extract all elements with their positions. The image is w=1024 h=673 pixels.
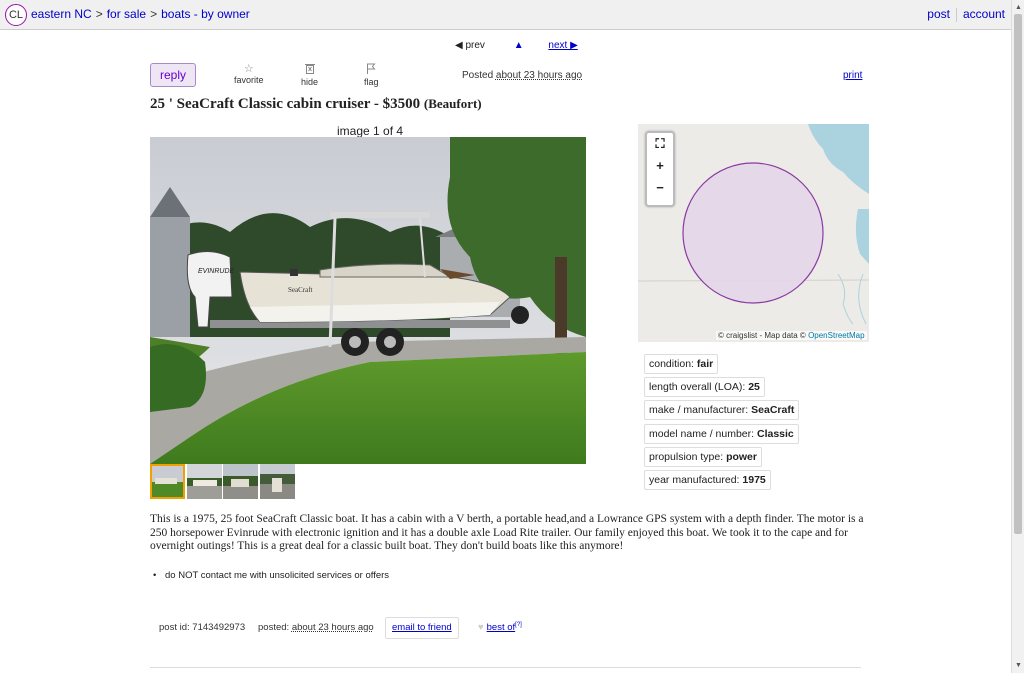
thumbnail-4[interactable] xyxy=(260,464,295,499)
posting-location: (Beaufort) xyxy=(423,96,482,111)
vertical-scrollbar[interactable]: ▲ ▼ xyxy=(1011,0,1024,673)
heart-icon: ♥ xyxy=(478,622,484,634)
hide-button[interactable]: hide xyxy=(301,63,318,87)
breadcrumb-region[interactable]: eastern NC xyxy=(31,7,92,21)
notice-item: do NOT contact me with unsolicited servi… xyxy=(153,570,389,581)
reply-button[interactable]: reply xyxy=(150,63,196,87)
trash-icon xyxy=(301,63,318,77)
fullscreen-icon[interactable]: ⛶ xyxy=(647,133,673,155)
footer-posted-time: about 23 hours ago xyxy=(291,622,374,633)
evinrude-logo-text: EVINRUDE xyxy=(198,268,235,275)
image-counter: image 1 of 4 xyxy=(337,124,404,138)
map-attribution-text: © craigslist - Map data © xyxy=(718,331,806,340)
prev-link[interactable]: ◀ prev xyxy=(455,40,485,51)
attribute-label: year manufactured: xyxy=(649,474,740,486)
posted-info: Posted about 23 hours ago xyxy=(462,70,582,81)
post-id-label: post id: xyxy=(159,622,190,633)
attribute-value: SeaCraft xyxy=(751,404,795,416)
attribute-label: propulsion type: xyxy=(649,451,724,463)
attribute-label: condition: xyxy=(649,358,694,370)
header-bar: CL eastern NC > for sale > boats - by owner … xyxy=(0,0,1011,30)
attribute-value: power xyxy=(726,451,757,463)
attribute-value: 25 xyxy=(748,381,760,393)
favorite-button[interactable]: ☆ favorite xyxy=(234,63,264,85)
attribute-length: length overall (LOA): 25 xyxy=(644,377,765,397)
map-attribution: © craigslist - Map data © OpenStreetMap xyxy=(716,331,867,340)
zoom-out-icon[interactable]: − xyxy=(647,177,673,199)
print-link[interactable]: print xyxy=(843,70,862,81)
footer-posted-info: posted: about 23 hours ago xyxy=(258,622,374,633)
footer-posted-label: posted: xyxy=(258,622,290,633)
posting-title-text: 25 ' SeaCraft Classic cabin cruiser - $3… xyxy=(150,96,421,112)
favorite-label: favorite xyxy=(234,75,264,85)
account-link[interactable]: account xyxy=(963,7,1005,21)
seacraft-hull-text: SeaCraft xyxy=(288,286,313,294)
footer-divider xyxy=(150,667,861,668)
header-links: post account xyxy=(927,7,1005,22)
star-icon: ☆ xyxy=(243,63,254,75)
scroll-down-arrow-icon[interactable]: ▼ xyxy=(1015,662,1022,669)
breadcrumb-separator: > xyxy=(150,7,158,21)
post-id-info: post id: 7143492973 xyxy=(159,622,245,633)
hide-label: hide xyxy=(301,77,319,87)
post-id-value: 7143492973 xyxy=(192,622,246,633)
thumbnail-2[interactable] xyxy=(187,464,222,499)
posted-time: about 23 hours ago xyxy=(495,70,583,81)
attribute-label: model name / number: xyxy=(649,428,755,440)
best-of-link[interactable]: ♥ best of[?] xyxy=(478,622,522,633)
attribute-label: length overall (LOA): xyxy=(649,381,746,393)
next-link[interactable]: next ▶ xyxy=(548,40,577,51)
listing-pager: ◀ prev ▲ next ▶ xyxy=(455,40,578,51)
attribute-value: Classic xyxy=(756,428,794,440)
flag-icon xyxy=(364,63,379,77)
breadcrumb-for-sale[interactable]: for sale xyxy=(107,7,146,21)
attribute-condition: condition: fair xyxy=(644,354,719,374)
main-listing-photo[interactable]: EVINRUDE SeaCraft xyxy=(150,137,586,464)
posted-label: Posted xyxy=(462,70,494,81)
attribute-propulsion: propulsion type: power xyxy=(644,447,762,467)
map-controls: ⛶ + − xyxy=(645,131,675,207)
attribute-make: make / manufacturer: SeaCraft xyxy=(644,400,800,420)
email-to-friend-button[interactable]: email to friend xyxy=(385,617,459,639)
attribute-value: 1975 xyxy=(742,474,766,486)
thumbnail-3[interactable] xyxy=(223,464,258,499)
craigslist-logo[interactable]: CL xyxy=(5,4,27,26)
zoom-in-icon[interactable]: + xyxy=(647,155,673,177)
posting-body: This is a 1975, 25 foot SeaCraft Classic… xyxy=(150,513,864,552)
breadcrumb: eastern NC > for sale > boats - by owner xyxy=(31,7,250,21)
breadcrumb-separator: > xyxy=(95,7,103,21)
thumbnail-1[interactable] xyxy=(150,464,185,499)
up-arrow-link[interactable]: ▲ xyxy=(514,40,524,51)
best-of-label[interactable]: best of xyxy=(487,622,516,633)
post-link[interactable]: post xyxy=(927,7,950,21)
header-divider xyxy=(955,7,957,22)
posting-title: 25 ' SeaCraft Classic cabin cruiser - $3… xyxy=(150,96,482,113)
attribute-model: model name / number: Classic xyxy=(644,424,799,444)
attribute-value: fair xyxy=(696,358,714,370)
attribute-year: year manufactured: 1975 xyxy=(644,470,771,490)
breadcrumb-category[interactable]: boats - by owner xyxy=(161,7,250,21)
flag-button[interactable]: flag xyxy=(364,63,379,87)
flag-label: flag xyxy=(364,77,379,87)
scroll-up-arrow-icon[interactable]: ▲ xyxy=(1015,4,1022,11)
best-of-help-icon[interactable]: [?] xyxy=(515,622,522,628)
openstreetmap-link[interactable]: OpenStreetMap xyxy=(808,331,864,340)
attribute-label: make / manufacturer: xyxy=(649,404,749,416)
approximate-location-circle xyxy=(682,162,824,304)
scroll-thumb[interactable] xyxy=(1014,14,1022,534)
